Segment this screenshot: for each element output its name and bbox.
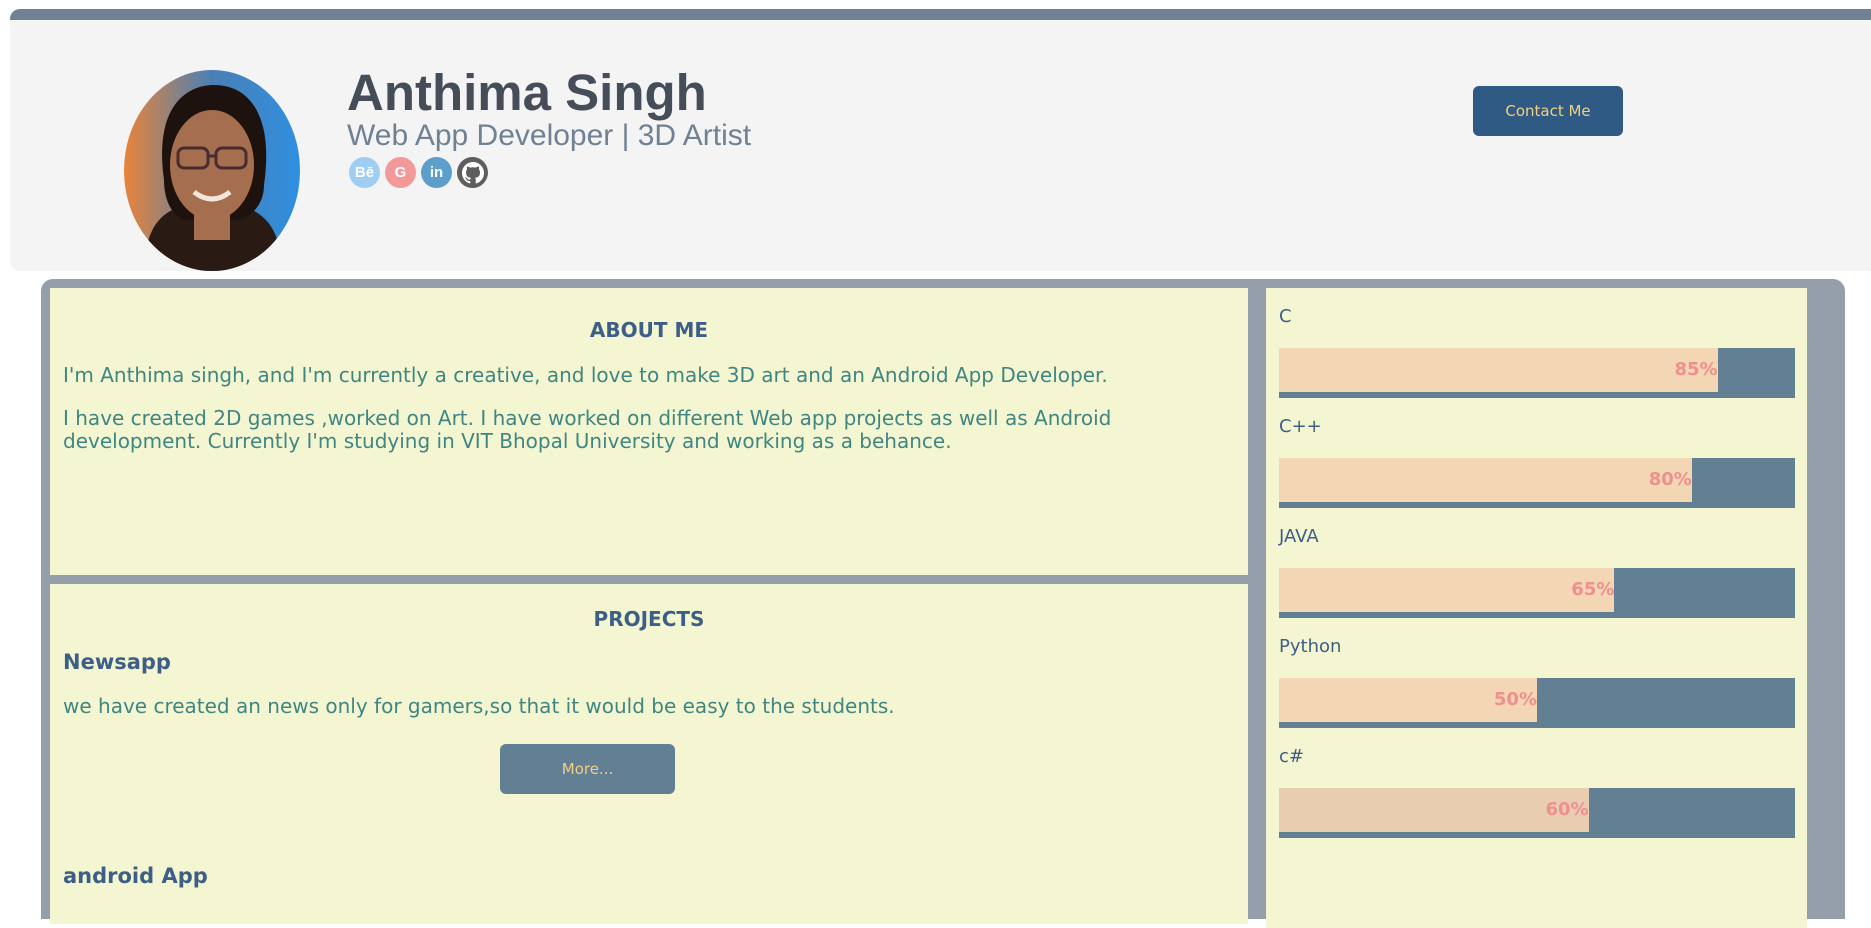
linkedin-icon[interactable]: in bbox=[421, 157, 452, 188]
top-accent-bar bbox=[10, 9, 1871, 20]
main-content: ABOUT ME I'm Anthima singh, and I'm curr… bbox=[41, 279, 1845, 928]
skill-fill: 50% bbox=[1279, 678, 1537, 722]
skill-fill: 65% bbox=[1279, 568, 1615, 612]
skill-percent: 85% bbox=[1674, 359, 1718, 380]
skill-percent: 50% bbox=[1493, 689, 1537, 710]
about-paragraph-2: I have created 2D games ,worked on Art. … bbox=[63, 406, 1112, 453]
skill-fill: 60% bbox=[1279, 788, 1589, 832]
skill-percent: 80% bbox=[1648, 469, 1692, 490]
profile-name: Anthima Singh bbox=[347, 64, 707, 121]
social-links: Bē G in bbox=[349, 157, 488, 188]
projects-title: PROJECTS bbox=[593, 607, 705, 631]
behance-icon[interactable]: Bē bbox=[349, 157, 380, 188]
skill-label-python: Python bbox=[1279, 636, 1342, 657]
skill-bar-c: 85% bbox=[1279, 348, 1795, 398]
avatar-portrait bbox=[124, 70, 300, 271]
skill-label-csharp: c# bbox=[1279, 746, 1304, 767]
about-paragraph-1: I'm Anthima singh, and I'm currently a c… bbox=[63, 363, 1108, 387]
skill-fill: 85% bbox=[1279, 348, 1718, 392]
skill-bar-java: 65% bbox=[1279, 568, 1795, 618]
about-title: ABOUT ME bbox=[589, 318, 709, 342]
google-icon[interactable]: G bbox=[385, 157, 416, 188]
avatar bbox=[124, 70, 300, 271]
github-icon[interactable] bbox=[457, 157, 488, 188]
skill-percent: 60% bbox=[1545, 799, 1589, 820]
project-title-android-app: android App bbox=[63, 864, 208, 888]
skill-label-java: JAVA bbox=[1279, 526, 1319, 547]
skill-label-cpp: C++ bbox=[1279, 416, 1322, 437]
contact-me-button[interactable]: Contact Me bbox=[1473, 86, 1623, 136]
project-description: we have created an news only for gamers,… bbox=[63, 694, 895, 718]
skills-section: C 85% C++ 80% JAVA 65% Python 50% c# 60% bbox=[1266, 288, 1807, 928]
skill-bar-python: 50% bbox=[1279, 678, 1795, 728]
skill-fill: 80% bbox=[1279, 458, 1692, 502]
github-glyph bbox=[461, 161, 484, 183]
profile-subtitle: Web App Developer | 3D Artist bbox=[347, 119, 752, 152]
skill-bar-cpp: 80% bbox=[1279, 458, 1795, 508]
skill-percent: 65% bbox=[1571, 579, 1615, 600]
skill-label-c: C bbox=[1279, 306, 1292, 327]
about-section: ABOUT ME I'm Anthima singh, and I'm curr… bbox=[50, 288, 1248, 575]
project-title-newsapp: Newsapp bbox=[63, 650, 171, 674]
projects-section: PROJECTS Newsapp we have created an news… bbox=[50, 584, 1248, 924]
more-button[interactable]: More... bbox=[500, 744, 675, 794]
skill-bar-csharp: 60% bbox=[1279, 788, 1795, 838]
